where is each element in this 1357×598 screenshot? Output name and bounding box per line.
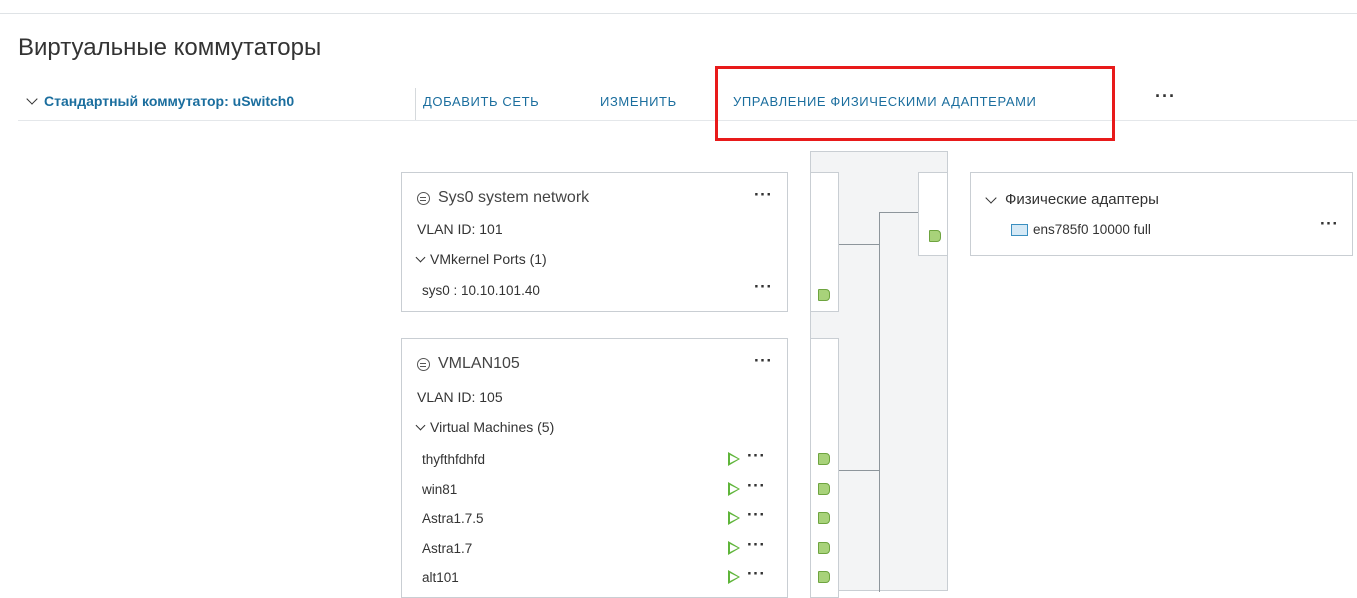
top-divider <box>0 13 1357 14</box>
port-group-card: VMLAN105 ··· VLAN ID: 105 Virtual Machin… <box>401 338 788 598</box>
vm-group-toggle[interactable]: Virtual Machines (5) <box>415 419 555 435</box>
toolbar-divider <box>18 120 1357 121</box>
port-group-title: VMLAN105 <box>417 355 520 373</box>
add-network-button[interactable]: ДОБАВИТЬ СЕТЬ <box>423 94 539 109</box>
port-icon <box>929 230 941 242</box>
page-title: Виртуальные коммутаторы <box>18 34 322 61</box>
adapter-row[interactable]: ens785f0 10000 full <box>1011 222 1151 237</box>
group-label: VMkernel Ports (1) <box>430 251 547 267</box>
power-on-icon <box>728 541 740 555</box>
port-icon <box>818 542 830 554</box>
vm-item[interactable]: Astra1.7 <box>422 541 472 556</box>
wire <box>879 212 880 592</box>
chevron-down-icon <box>26 93 38 105</box>
port-icon <box>818 571 830 583</box>
list-item[interactable]: sys0 : 10.10.101.40 <box>422 283 540 298</box>
port-icon <box>818 483 830 495</box>
more-icon[interactable]: ··· <box>747 535 765 555</box>
switch-label: Стандартный коммутатор: uSwitch0 <box>44 93 295 109</box>
vlan-id: VLAN ID: 101 <box>417 221 503 237</box>
switch-expand-toggle[interactable]: Стандартный коммутатор: uSwitch0 <box>26 93 295 109</box>
vm-item[interactable]: Astra1.7.5 <box>422 511 484 526</box>
power-on-icon <box>728 452 740 466</box>
network-icon <box>417 191 430 205</box>
port-group-name: VMLAN105 <box>438 355 520 372</box>
physical-adapters-title: Физические адаптеры <box>1005 191 1159 208</box>
highlight-box <box>715 66 1115 141</box>
power-on-icon <box>728 511 740 525</box>
wire <box>839 244 879 245</box>
chevron-down-icon <box>415 252 426 262</box>
port-group-title: Sys0 system network <box>417 189 589 207</box>
edit-button[interactable]: ИЗМЕНИТЬ <box>600 94 677 109</box>
more-icon[interactable]: ··· <box>754 351 772 371</box>
port-group-name: Sys0 system network <box>438 189 590 206</box>
more-icon[interactable]: ··· <box>1320 214 1338 234</box>
vm-item[interactable]: win81 <box>422 482 457 497</box>
chevron-down-icon <box>415 420 426 430</box>
network-icon <box>417 357 430 371</box>
power-on-icon <box>728 482 740 496</box>
port-group-card: Sys0 system network ··· VLAN ID: 101 VMk… <box>401 172 788 312</box>
vmkernel-group-toggle[interactable]: VMkernel Ports (1) <box>415 251 547 267</box>
uplink-bar <box>918 172 948 256</box>
toolbar-separator <box>415 88 416 120</box>
more-icon[interactable]: ··· <box>747 505 765 525</box>
chevron-down-icon <box>985 191 997 204</box>
more-icon[interactable]: ··· <box>747 446 765 466</box>
physical-adapters-card: Физические адаптеры ens785f0 10000 full … <box>970 172 1353 256</box>
physical-adapters-toggle[interactable]: Физические адаптеры <box>985 191 1159 208</box>
more-icon[interactable]: ··· <box>754 277 772 297</box>
port-icon <box>818 453 830 465</box>
port-icon <box>818 289 830 301</box>
port-icon <box>818 512 830 524</box>
more-icon[interactable]: ··· <box>1155 86 1176 107</box>
port-group-bar <box>810 338 839 598</box>
more-icon[interactable]: ··· <box>747 564 765 584</box>
group-label: Virtual Machines (5) <box>430 419 555 435</box>
switch-toolbar: Стандартный коммутатор: uSwitch0 ДОБАВИТ… <box>18 86 1357 121</box>
more-icon[interactable]: ··· <box>747 476 765 496</box>
wire <box>839 470 879 471</box>
vlan-id: VLAN ID: 105 <box>417 389 503 405</box>
vm-item[interactable]: thyfthfdhfd <box>422 452 485 467</box>
wire <box>879 212 918 213</box>
more-icon[interactable]: ··· <box>754 185 772 205</box>
power-on-icon <box>728 570 740 584</box>
nic-icon <box>1011 223 1028 236</box>
adapter-label: ens785f0 10000 full <box>1033 222 1151 237</box>
